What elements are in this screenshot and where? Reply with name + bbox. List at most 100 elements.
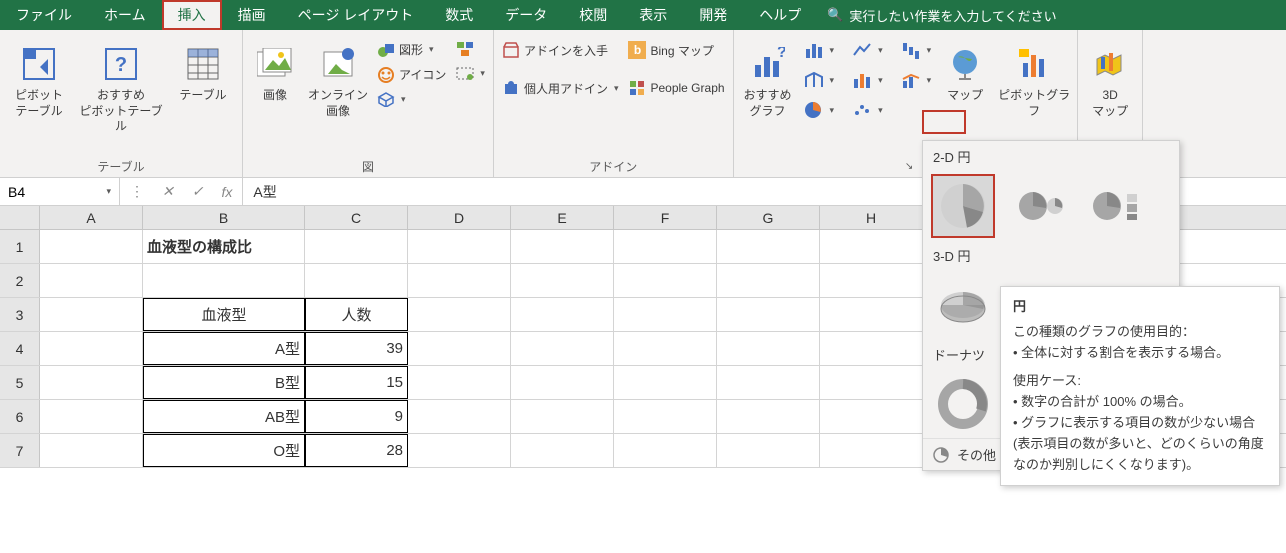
- menu-formulas[interactable]: 数式: [429, 0, 489, 30]
- cell[interactable]: [820, 400, 923, 433]
- cell[interactable]: [408, 298, 511, 331]
- column-chart-button[interactable]: ▾: [800, 38, 839, 62]
- my-addins-button[interactable]: 個人用アドイン▾: [498, 76, 623, 100]
- cell[interactable]: [820, 332, 923, 365]
- menu-insert[interactable]: 挿入: [162, 0, 222, 30]
- menu-view[interactable]: 表示: [623, 0, 683, 30]
- icons-button[interactable]: アイコン: [373, 63, 450, 86]
- pivot-chart-button[interactable]: ピボットグラフ: [995, 38, 1073, 121]
- images-button[interactable]: 画像: [247, 38, 303, 106]
- row-header[interactable]: 3: [0, 298, 40, 331]
- cell[interactable]: [511, 400, 614, 433]
- col-header-D[interactable]: D: [408, 206, 511, 229]
- cell[interactable]: [40, 230, 143, 263]
- cell[interactable]: [511, 366, 614, 399]
- cell[interactable]: B型: [143, 366, 305, 399]
- menu-home[interactable]: ホーム: [88, 0, 162, 30]
- cell[interactable]: [408, 264, 511, 297]
- cell[interactable]: [820, 298, 923, 331]
- pie-2d-bar-of-pie[interactable]: [1085, 176, 1145, 236]
- cell[interactable]: [511, 230, 614, 263]
- cell[interactable]: O型: [143, 434, 305, 467]
- cell[interactable]: 15: [305, 366, 408, 399]
- cancel-icon[interactable]: ✕: [162, 183, 174, 200]
- cell[interactable]: [305, 264, 408, 297]
- select-all-corner[interactable]: [0, 206, 40, 229]
- cell[interactable]: [614, 366, 717, 399]
- cell[interactable]: [717, 264, 820, 297]
- hierarchy-chart-button[interactable]: ▾: [800, 68, 839, 92]
- cell[interactable]: AB型: [143, 400, 305, 433]
- cell[interactable]: [305, 230, 408, 263]
- donut-chart[interactable]: [933, 374, 993, 434]
- col-header-H[interactable]: H: [820, 206, 923, 229]
- people-graph-button[interactable]: People Graph: [624, 76, 728, 100]
- col-header-F[interactable]: F: [614, 206, 717, 229]
- row-header[interactable]: 4: [0, 332, 40, 365]
- 3d-map-button[interactable]: 3D マップ: [1082, 38, 1138, 121]
- menu-review[interactable]: 校閲: [563, 0, 623, 30]
- cell[interactable]: [717, 298, 820, 331]
- cell[interactable]: [408, 434, 511, 467]
- cell[interactable]: [143, 264, 305, 297]
- cell[interactable]: 28: [305, 434, 408, 467]
- cell[interactable]: [717, 366, 820, 399]
- cell[interactable]: [614, 332, 717, 365]
- bing-maps-button[interactable]: b Bing マップ: [624, 38, 728, 62]
- pivot-table-button[interactable]: ピボット テーブル: [4, 38, 74, 121]
- row-header[interactable]: 1: [0, 230, 40, 263]
- row-header[interactable]: 6: [0, 400, 40, 433]
- line-chart-button[interactable]: ▾: [848, 38, 887, 62]
- cell[interactable]: [408, 230, 511, 263]
- pie-2d-basic[interactable]: [933, 176, 993, 236]
- col-header-G[interactable]: G: [717, 206, 820, 229]
- col-header-E[interactable]: E: [511, 206, 614, 229]
- cell[interactable]: [40, 434, 143, 467]
- cell[interactable]: 9: [305, 400, 408, 433]
- cell[interactable]: [820, 366, 923, 399]
- cell[interactable]: [717, 434, 820, 467]
- cell[interactable]: [820, 264, 923, 297]
- cell[interactable]: [820, 230, 923, 263]
- pie-chart-button[interactable]: ▾: [800, 98, 839, 122]
- screenshot-button[interactable]: ▾: [452, 62, 489, 84]
- pie-3d[interactable]: [933, 275, 993, 335]
- fx-icon[interactable]: fx: [221, 184, 232, 200]
- cell[interactable]: [511, 264, 614, 297]
- waterfall-button[interactable]: ▾: [897, 38, 936, 62]
- cell[interactable]: [511, 298, 614, 331]
- cell[interactable]: [614, 434, 717, 467]
- table-button[interactable]: テーブル: [168, 38, 238, 106]
- menu-draw[interactable]: 描画: [222, 0, 282, 30]
- cell[interactable]: [614, 230, 717, 263]
- 3d-models-button[interactable]: ▾: [373, 88, 450, 110]
- smartart-button[interactable]: [452, 38, 489, 60]
- row-header[interactable]: 7: [0, 434, 40, 467]
- menu-data[interactable]: データ: [489, 0, 563, 30]
- cell[interactable]: 人数: [305, 298, 408, 331]
- cell[interactable]: [40, 264, 143, 297]
- cell[interactable]: [820, 434, 923, 467]
- tell-me-search[interactable]: 🔍 実行したい作業を入力してください: [817, 0, 1066, 30]
- cell[interactable]: [40, 298, 143, 331]
- recommended-charts-button[interactable]: ? おすすめ グラフ: [738, 38, 798, 121]
- scatter-chart-button[interactable]: ▾: [848, 98, 887, 122]
- menu-page-layout[interactable]: ページ レイアウト: [282, 0, 430, 30]
- cell[interactable]: A型: [143, 332, 305, 365]
- cell[interactable]: [614, 264, 717, 297]
- combo-chart-button[interactable]: ▾: [897, 68, 936, 92]
- cell[interactable]: [408, 332, 511, 365]
- enter-icon[interactable]: ✓: [192, 183, 204, 200]
- col-header-B[interactable]: B: [143, 206, 305, 229]
- menu-developer[interactable]: 開発: [683, 0, 743, 30]
- row-header[interactable]: 5: [0, 366, 40, 399]
- cell[interactable]: [408, 400, 511, 433]
- menu-file[interactable]: ファイル: [0, 0, 88, 30]
- cell[interactable]: 39: [305, 332, 408, 365]
- cell[interactable]: [717, 332, 820, 365]
- get-addins-button[interactable]: アドインを入手: [498, 38, 623, 62]
- shapes-button[interactable]: 図形▾: [373, 38, 450, 61]
- row-header[interactable]: 2: [0, 264, 40, 297]
- menu-help[interactable]: ヘルプ: [743, 0, 817, 30]
- cell[interactable]: [40, 400, 143, 433]
